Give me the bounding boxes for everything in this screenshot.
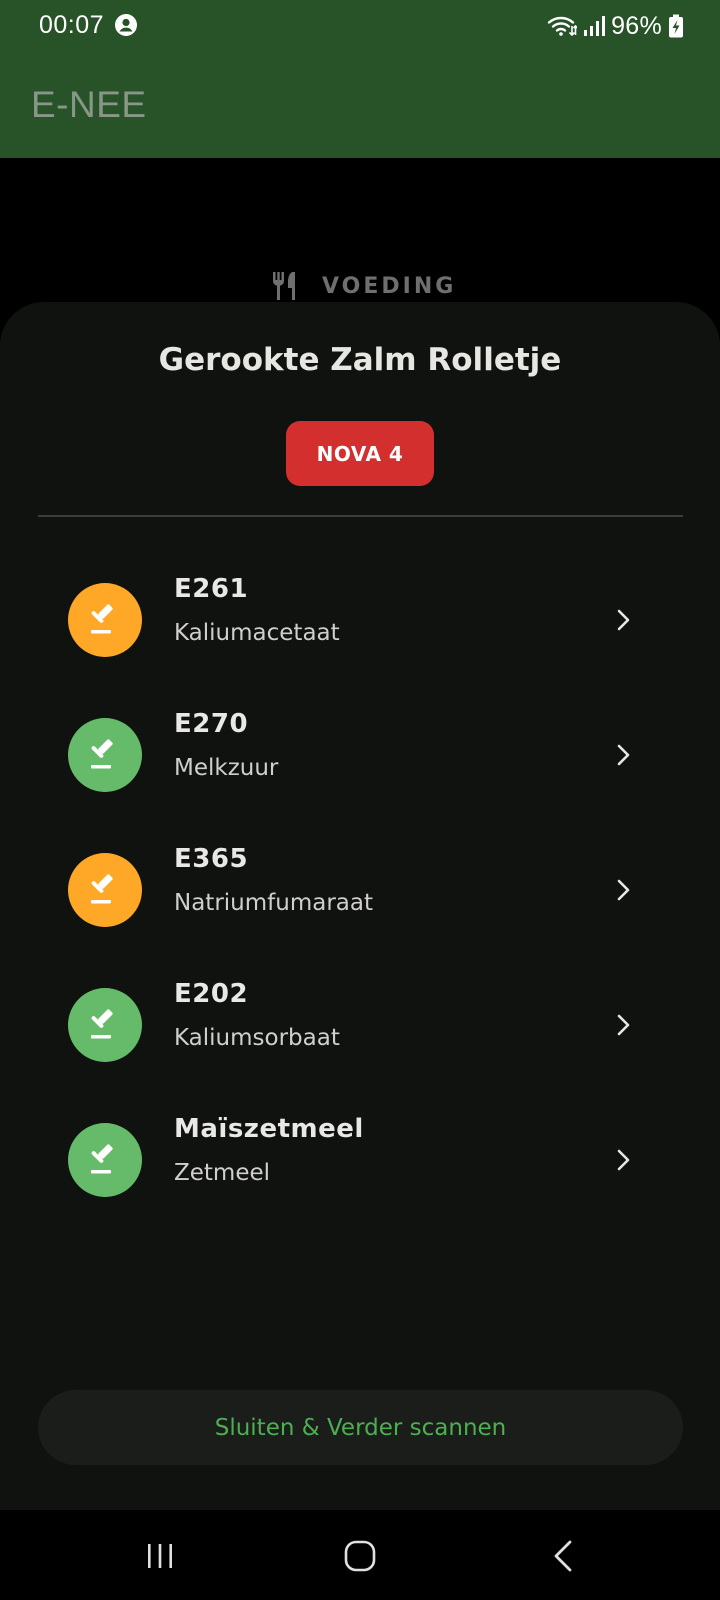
item-name: Melkzuur xyxy=(174,755,279,781)
screen: 00:07 96% E-NEE VOEDING Gerookte Zalm Ro… xyxy=(0,0,720,1600)
item-code: E202 xyxy=(174,979,249,1009)
chevron-right-icon xyxy=(617,879,630,901)
list-item[interactable]: E261 Kaliumacetaat xyxy=(0,570,720,690)
item-status-avatar xyxy=(68,1123,142,1197)
app-title: E-NEE xyxy=(31,84,147,125)
list-item[interactable]: E270 Melkzuur xyxy=(0,705,720,825)
item-code: Maïszetmeel xyxy=(174,1114,364,1144)
battery-percent: 96% xyxy=(611,11,662,40)
account-icon xyxy=(115,14,137,36)
wifi-icon xyxy=(547,16,578,37)
app-header: 00:07 96% E-NEE xyxy=(0,0,720,158)
list-item[interactable]: Maïszetmeel Zetmeel xyxy=(0,1110,720,1230)
category-header: VOEDING xyxy=(270,270,456,302)
item-name: Kaliumsorbaat xyxy=(174,1025,340,1051)
chevron-right-icon xyxy=(617,1149,630,1171)
recent-apps-icon[interactable] xyxy=(136,1532,184,1580)
navigation-bar xyxy=(0,1510,720,1600)
gavel-icon xyxy=(91,874,113,904)
item-status-avatar xyxy=(68,583,142,657)
divider xyxy=(38,515,683,517)
item-code: E261 xyxy=(174,574,249,604)
item-name: Zetmeel xyxy=(174,1160,271,1186)
product-title: Gerookte Zalm Rolletje xyxy=(158,342,562,378)
status-bar: 00:07 96% xyxy=(0,0,720,52)
fork-knife-icon xyxy=(273,272,295,300)
nova-badge: NOVA 4 xyxy=(286,421,434,486)
item-code: E270 xyxy=(174,709,249,739)
status-time: 00:07 xyxy=(39,11,105,39)
back-icon[interactable] xyxy=(540,1532,588,1580)
item-status-avatar xyxy=(68,718,142,792)
product-bottom-sheet: Gerookte Zalm Rolletje NOVA 4 E261 Kaliu… xyxy=(0,302,720,1510)
item-status-avatar xyxy=(68,853,142,927)
gavel-icon xyxy=(91,739,113,769)
gavel-icon xyxy=(91,1009,113,1039)
item-code: E365 xyxy=(174,844,249,874)
item-name: Natriumfumaraat xyxy=(174,890,373,916)
status-icons: 96% xyxy=(547,10,684,42)
signal-icon xyxy=(584,16,606,36)
home-icon[interactable] xyxy=(336,1532,384,1580)
battery-charging-icon xyxy=(669,14,683,38)
gavel-icon xyxy=(91,604,113,634)
chevron-right-icon xyxy=(617,1014,630,1036)
gavel-icon xyxy=(91,1144,113,1174)
close-and-continue-scanning-button[interactable]: Sluiten & Verder scannen xyxy=(38,1390,683,1465)
list-item[interactable]: E202 Kaliumsorbaat xyxy=(0,975,720,1095)
list-item[interactable]: E365 Natriumfumaraat xyxy=(0,840,720,960)
item-name: Kaliumacetaat xyxy=(174,620,340,646)
category-label: VOEDING xyxy=(322,273,457,299)
chevron-right-icon xyxy=(617,609,630,631)
item-status-avatar xyxy=(68,988,142,1062)
chevron-right-icon xyxy=(617,744,630,766)
